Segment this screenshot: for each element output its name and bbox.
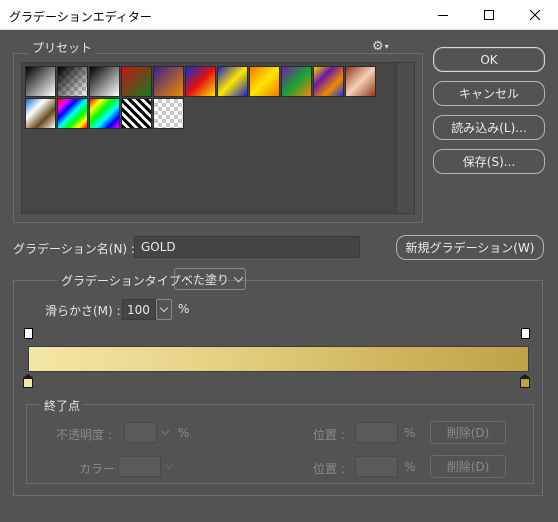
preset-swatch-transparent-rainbow[interactable] xyxy=(89,98,120,129)
color-swatch[interactable] xyxy=(118,456,161,477)
preset-swatch-blue-red-yellow[interactable] xyxy=(185,66,216,97)
preset-swatch-black-to-white[interactable] xyxy=(25,66,56,97)
new-gradient-button[interactable]: 新規グラデーション(W) xyxy=(396,235,544,260)
chevron-down-icon xyxy=(160,426,169,436)
opacity-unit: % xyxy=(178,426,190,440)
chevron-down-icon xyxy=(164,460,174,470)
preset-swatch-violet-green-orange[interactable] xyxy=(281,66,312,97)
gear-icon: ⚙ xyxy=(372,39,384,54)
maximize-icon xyxy=(484,10,494,20)
opacity-location-unit: % xyxy=(404,426,416,440)
close-button[interactable] xyxy=(512,0,558,30)
gradient-bar[interactable] xyxy=(28,346,529,372)
opacity-location-label: 位置 : xyxy=(313,428,345,442)
presets-label: プリセット xyxy=(28,39,97,56)
color-location-unit: % xyxy=(404,460,416,474)
color-stop-left[interactable] xyxy=(23,374,33,388)
preset-swatch-copper[interactable] xyxy=(345,66,376,97)
preset-swatch-neutral-density[interactable] xyxy=(153,98,184,129)
color-location-label: 位置 : xyxy=(313,462,345,476)
opacity-stop-right[interactable] xyxy=(521,328,530,339)
preset-list xyxy=(21,62,415,214)
cancel-button[interactable]: キャンセル xyxy=(433,81,545,106)
close-icon xyxy=(529,9,541,21)
opacity-stop-left[interactable] xyxy=(24,328,33,339)
chevron-down-icon xyxy=(233,272,244,283)
stops-label: 終了点 xyxy=(40,397,85,414)
preset-swatch-chrome[interactable] xyxy=(25,98,56,129)
gradient-type-dropdown[interactable]: べた塗り xyxy=(174,268,246,290)
window-title: グラデーションエディター xyxy=(9,10,152,24)
preset-swatch-red-green[interactable] xyxy=(121,66,152,97)
load-button[interactable]: 読み込み(L)... xyxy=(433,115,545,140)
delete-color-stop-button[interactable]: 削除(D) xyxy=(430,455,506,478)
smoothness-dropdown[interactable] xyxy=(156,299,172,320)
gradient-name-input[interactable]: GOLD xyxy=(134,236,360,258)
preset-swatch-spectrum[interactable] xyxy=(57,98,88,129)
delete-opacity-stop-button[interactable]: 削除(D) xyxy=(430,421,506,444)
ok-button[interactable]: OK xyxy=(433,47,545,72)
smoothness-label: 滑らかさ(M) : xyxy=(45,304,121,318)
opacity-location-input[interactable] xyxy=(355,422,398,443)
preset-swatch-black-white[interactable] xyxy=(89,66,120,97)
opacity-label: 不透明度 : xyxy=(56,428,112,442)
presets-gear-menu[interactable]: ⚙ ▾ xyxy=(372,39,389,54)
opacity-dropdown[interactable] xyxy=(157,422,172,443)
smoothness-input[interactable]: 100 xyxy=(122,299,156,320)
preset-swatch-orange-yellow-orange[interactable] xyxy=(249,66,280,97)
color-label: カラー : xyxy=(79,462,123,476)
preset-swatch-violet-orange[interactable] xyxy=(153,66,184,97)
preset-swatch-transparent-stripes[interactable] xyxy=(121,98,152,129)
color-location-input[interactable] xyxy=(355,456,398,477)
preset-scrollbar[interactable] xyxy=(396,63,414,213)
minimize-button[interactable] xyxy=(420,0,466,30)
preset-swatch-yellow-violet-orange-blue[interactable] xyxy=(313,66,344,97)
minimize-icon xyxy=(438,15,448,16)
save-button[interactable]: 保存(S)... xyxy=(433,149,545,174)
preset-swatch-foreground-to-transparent[interactable] xyxy=(57,66,88,97)
chevron-down-icon: ▾ xyxy=(384,42,389,51)
title-bar: グラデーションエディター xyxy=(0,0,558,30)
gradient-name-label: グラデーション名(N) : xyxy=(13,242,135,256)
gradient-type-label: グラデーションタイプ : xyxy=(57,272,193,289)
preset-swatch-blue-yellow-blue[interactable] xyxy=(217,66,248,97)
chevron-down-icon xyxy=(159,303,169,313)
smoothness-unit: % xyxy=(178,302,190,316)
color-dropdown[interactable] xyxy=(162,456,176,477)
gradient-type-value: べた塗り xyxy=(181,272,230,287)
opacity-input[interactable] xyxy=(124,422,157,443)
maximize-button[interactable] xyxy=(466,0,512,30)
color-stop-right[interactable] xyxy=(520,374,530,388)
